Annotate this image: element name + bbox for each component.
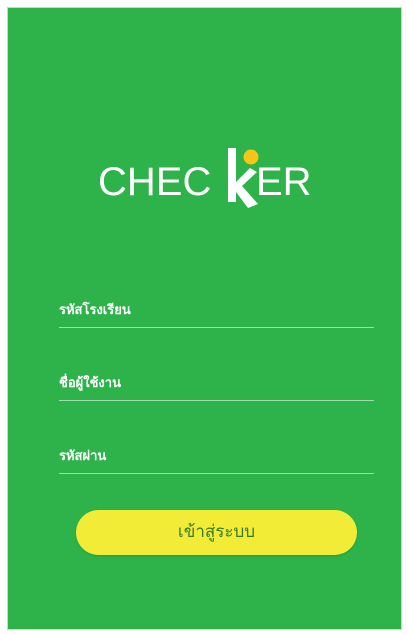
school-code-label: รหัสโรงเรียน: [59, 303, 131, 318]
checker-logo: CHEC ER: [98, 142, 338, 214]
logo-text-right: ER: [256, 160, 312, 204]
username-label: ชื่อผู้ใช้งาน: [59, 376, 121, 391]
password-field[interactable]: รหัสผ่าน: [59, 443, 374, 474]
username-field[interactable]: ชื่อผู้ใช้งาน: [59, 370, 374, 401]
school-code-field[interactable]: รหัสโรงเรียน: [59, 297, 374, 328]
password-label: รหัสผ่าน: [59, 449, 107, 464]
logo-text-left: CHEC: [98, 160, 212, 204]
login-screen: CHEC ER รหัสโรงเรียน ชื่อผู้ใช้งาน รหัสผ…: [7, 7, 402, 630]
login-button[interactable]: เข้าสู่ระบบ: [76, 510, 357, 555]
